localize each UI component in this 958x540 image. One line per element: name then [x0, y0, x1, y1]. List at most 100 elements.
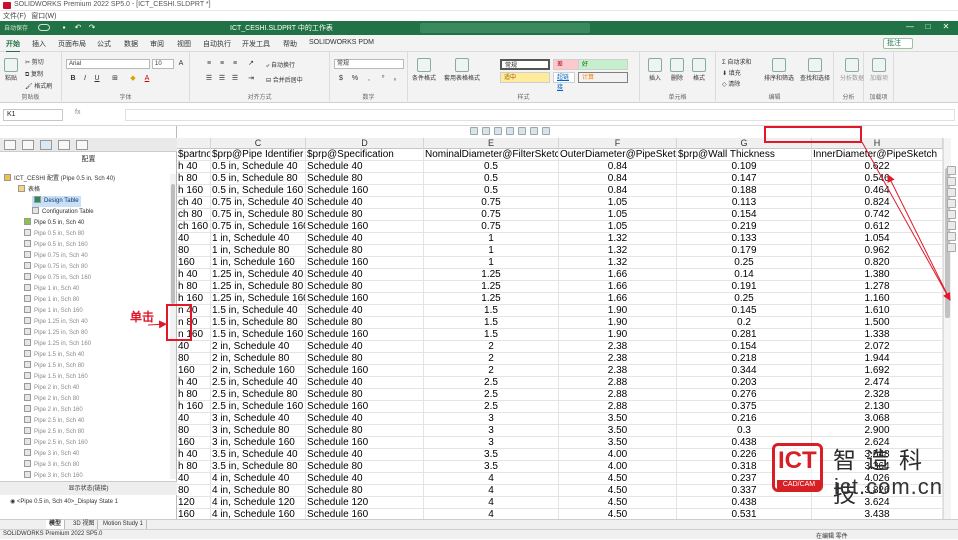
tab-view[interactable]: 视图 [177, 39, 191, 49]
table-cell[interactable]: 0.75 in, Schedule 40 [211, 197, 306, 209]
appearance-icon[interactable] [530, 127, 538, 135]
table-cell[interactable]: 2.900 [812, 425, 943, 437]
table-cell[interactable]: 2.5 in, Schedule 160 [211, 401, 306, 413]
tab-solidworks-pdm[interactable]: SOLIDWORKS PDM [309, 39, 374, 46]
table-cell[interactable]: 1.25 [424, 269, 559, 281]
table-cell[interactable]: 80 [177, 425, 211, 437]
format-as-table-button[interactable]: 套用表格格式 [444, 58, 480, 82]
table-cell[interactable]: 1 in, Schedule 160 [211, 257, 306, 269]
configuration-table-node[interactable]: Configuration Table [32, 207, 94, 218]
file-explorer-icon[interactable] [947, 188, 956, 197]
config-item[interactable]: Pipe 0.5 in, Sch 80 [24, 229, 84, 240]
table-cell[interactable]: 80 [177, 485, 211, 497]
table-cell[interactable]: 1.500 [812, 317, 943, 329]
increase-decimal-icon[interactable]: ⁰ [378, 74, 388, 83]
solidworks-forum-icon[interactable] [947, 232, 956, 241]
table-cell[interactable]: 0.188 [677, 185, 812, 197]
table-cell[interactable]: 1.338 [812, 329, 943, 341]
header-cell[interactable]: $prp@Pipe Identifier [211, 149, 306, 161]
display-manager-tab-icon[interactable] [76, 140, 88, 150]
table-cell[interactable]: 160 [177, 365, 211, 377]
table-cell[interactable]: 0.75 [424, 197, 559, 209]
table-cell[interactable]: 0.113 [677, 197, 812, 209]
table-cell[interactable]: Schedule 120 [306, 497, 424, 509]
formula-input[interactable] [125, 109, 955, 121]
table-cell[interactable]: Schedule 160 [306, 293, 424, 305]
table-cell[interactable]: 0.5 [424, 185, 559, 197]
table-cell[interactable]: Schedule 40 [306, 269, 424, 281]
table-cell[interactable]: 0.109 [677, 161, 812, 173]
tab-motion-study[interactable]: Motion Study 1 [100, 520, 148, 529]
table-cell[interactable]: 0.3 [677, 425, 812, 437]
menu-window[interactable]: 窗口(W) [31, 13, 56, 20]
comment-button[interactable]: 批注 [883, 38, 913, 49]
table-cell[interactable]: Schedule 160 [306, 257, 424, 269]
table-cell[interactable]: Schedule 40 [306, 473, 424, 485]
table-cell[interactable]: 120 [177, 497, 211, 509]
clear-button[interactable]: ◇ 清除 [722, 79, 740, 88]
table-cell[interactable]: 0.219 [677, 221, 812, 233]
table-cell[interactable]: 2.072 [812, 341, 943, 353]
table-cell[interactable]: 2.5 in, Schedule 80 [211, 389, 306, 401]
table-cell[interactable]: 0.75 in, Schedule 80 [211, 209, 306, 221]
table-cell[interactable]: 1.25 in, Schedule 80 [211, 281, 306, 293]
config-item[interactable]: Pipe 1.5 in, Sch 40 [24, 350, 84, 361]
table-cell[interactable]: 0.203 [677, 377, 812, 389]
table-cell[interactable]: 0.75 in, Schedule 160 [211, 221, 306, 233]
table-cell[interactable]: 1.05 [559, 209, 677, 221]
save-icon[interactable]: ▪ [60, 24, 68, 32]
rotate-icon[interactable] [482, 127, 490, 135]
table-cell[interactable]: 4.50 [559, 509, 677, 519]
table-cell[interactable]: 1.25 [424, 281, 559, 293]
table-cell[interactable]: 1.90 [559, 317, 677, 329]
config-item[interactable]: Pipe 3 in, Sch 40 [24, 449, 79, 460]
table-cell[interactable]: 0.464 [812, 185, 943, 197]
tab-home[interactable]: 开始 [6, 39, 20, 53]
decrease-decimal-icon[interactable]: ₀ [390, 74, 400, 83]
table-cell[interactable]: 0.344 [677, 365, 812, 377]
table-cell[interactable]: 3 in, Schedule 160 [211, 437, 306, 449]
tab-review[interactable]: 审阅 [150, 39, 164, 49]
tab-developer[interactable]: 开发工具 [242, 39, 270, 49]
table-cell[interactable]: 0.962 [812, 245, 943, 257]
column-header-c[interactable]: C [211, 138, 306, 149]
table-cell[interactable]: 2.5 [424, 401, 559, 413]
table-cell[interactable]: 3 in, Schedule 80 [211, 425, 306, 437]
table-cell[interactable]: Schedule 160 [306, 437, 424, 449]
table-cell[interactable]: Schedule 80 [306, 281, 424, 293]
font-color-icon[interactable]: A [142, 74, 152, 83]
config-item[interactable]: Pipe 1 in, Sch 40 [24, 284, 79, 295]
table-cell[interactable]: 40 [177, 233, 211, 245]
header-cell[interactable]: OuterDiameter@PipeSketch [559, 149, 677, 161]
align-center-icon[interactable]: ☰ [217, 74, 227, 83]
tables-folder-node[interactable]: 表格 [18, 185, 40, 196]
table-cell[interactable]: 0.824 [812, 197, 943, 209]
table-cell[interactable]: 0.14 [677, 269, 812, 281]
format-painter-button[interactable]: 🖌 格式刷 [25, 81, 52, 90]
table-cell[interactable]: 1 [424, 245, 559, 257]
table-cell[interactable]: 2.38 [559, 341, 677, 353]
table-cell[interactable]: h 80 [177, 281, 211, 293]
table-cell[interactable]: h 40 [177, 449, 211, 461]
table-cell[interactable]: 0.147 [677, 173, 812, 185]
table-cell[interactable]: 2.38 [559, 353, 677, 365]
table-cell[interactable]: Schedule 40 [306, 377, 424, 389]
indent-icon[interactable]: ⇥ [246, 74, 256, 83]
find-select-button[interactable]: 查找和选择 [800, 58, 830, 82]
view-palette-icon[interactable] [947, 199, 956, 208]
config-item[interactable]: Pipe 1.25 in, Sch 80 [24, 328, 88, 339]
column-header-d[interactable]: D [306, 138, 424, 149]
table-cell[interactable]: 1.66 [559, 281, 677, 293]
table-cell[interactable]: 0.25 [677, 257, 812, 269]
table-cell[interactable]: 2 in, Schedule 40 [211, 341, 306, 353]
orientation-icon[interactable]: ↗ [246, 59, 256, 68]
tab-3d-views[interactable]: 3D 视图 [70, 520, 99, 529]
config-item[interactable]: Pipe 3 in, Sch 160 [24, 471, 83, 479]
table-cell[interactable]: 4 [424, 497, 559, 509]
close-button[interactable]: ✕ [938, 22, 954, 34]
align-bottom-icon[interactable]: ≡ [230, 59, 240, 68]
table-cell[interactable]: 3.5 [424, 449, 559, 461]
style-neutral[interactable]: 适中 [500, 72, 550, 83]
table-cell[interactable]: 1.5 [424, 317, 559, 329]
tab-page-layout[interactable]: 页面布局 [58, 39, 86, 49]
